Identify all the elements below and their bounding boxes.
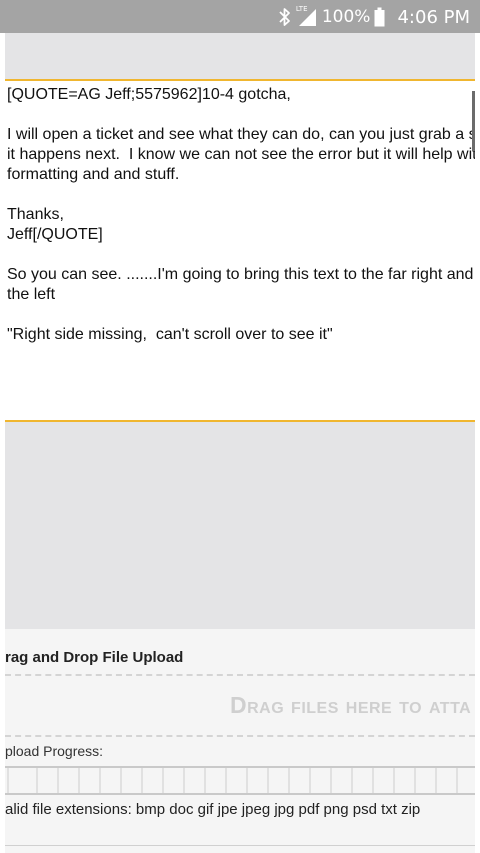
drop-zone-bottom-border [5,735,475,737]
editor-footer-area [5,422,475,629]
drop-zone-top-border [5,674,475,676]
battery-percent: 100% [321,7,371,27]
upload-progress-label: pload Progress: [5,743,104,759]
clock: 4:06 PM [397,6,470,28]
lte-signal-icon: LTE [295,5,318,27]
bluetooth-icon [278,7,292,27]
drop-zone-text: Drag files here to atta [230,692,472,718]
battery-icon [374,7,385,27]
message-editor[interactable]: [QUOTE=AG Jeff;5575962]10-4 gotcha, I wi… [5,81,475,422]
editor-toolbar-area [5,33,475,81]
network-type-label: LTE [295,5,308,13]
editor-text[interactable]: [QUOTE=AG Jeff;5575962]10-4 gotcha, I wi… [7,85,475,345]
file-upload-panel: rag and Drop File Upload Drag files here… [5,629,475,853]
status-bar: LTE 100% 4:06 PM [0,0,480,33]
valid-extensions-text: alid file extensions: bmp doc gif jpe jp… [5,801,421,818]
drop-zone[interactable]: Drag files here to atta [5,677,475,735]
status-icons: LTE 100% 4:06 PM [278,4,470,30]
upload-progress-bar [5,766,475,795]
editor-scrollbar[interactable] [472,91,475,151]
upload-title: rag and Drop File Upload [5,649,184,666]
panel-divider [5,845,475,846]
